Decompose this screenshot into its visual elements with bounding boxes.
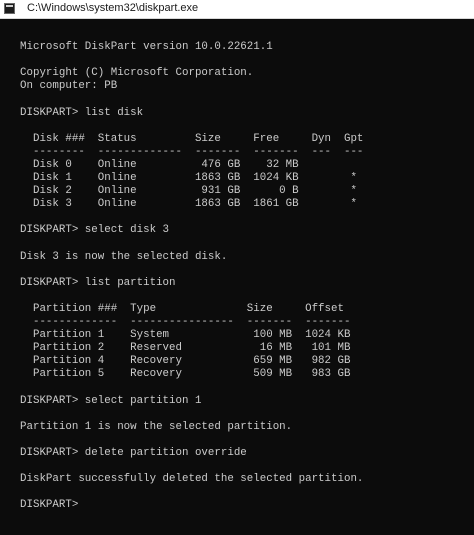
console-line: Partition 4 Recovery 659 MB 982 GB xyxy=(20,355,351,368)
console-line: DISKPART> delete partition override xyxy=(20,447,247,459)
console-line: Disk 2 Online 931 GB 0 B * xyxy=(20,185,357,198)
console-line: Disk ### Status Size Free Dyn Gpt xyxy=(20,132,364,145)
console-output[interactable]: Microsoft DiskPart version 10.0.22621.1 C… xyxy=(20,28,363,512)
console-window: C:\Windows\system32\diskpart.exe Microso… xyxy=(0,0,474,535)
window-title: C:\Windows\system32\diskpart.exe xyxy=(27,2,199,14)
console-line: DISKPART> list partition xyxy=(20,276,176,289)
console-icon xyxy=(4,3,15,14)
console-line: Disk 3 Online 1863 GB 1861 GB * xyxy=(20,198,357,211)
console-line: DISKPART> select disk 3 xyxy=(20,224,170,237)
console-line: Partition 1 is now the selected partitio… xyxy=(20,420,293,433)
console-line: DISKPART> xyxy=(20,499,85,512)
console-line: DISKPART> select partition 1 xyxy=(20,394,202,407)
console-line: Microsoft DiskPart version 10.0.22621.1 xyxy=(20,41,273,54)
console-line: Partition 5 Recovery 509 MB 983 GB xyxy=(20,368,351,381)
console-line: Partition 2 Reserved 16 MB 101 MB xyxy=(20,342,351,355)
console-line: Disk 0 Online 476 GB 32 MB xyxy=(20,158,299,171)
console-line: Disk 3 is now the selected disk. xyxy=(20,250,228,263)
console-line: ------------- ---------------- ------- -… xyxy=(20,316,351,329)
console-line: Disk 1 Online 1863 GB 1024 KB * xyxy=(20,172,357,185)
console-line: DiskPart successfully deleted the select… xyxy=(20,473,364,486)
console-line: On computer: PB xyxy=(20,80,118,93)
console-line: Copyright (C) Microsoft Corporation. xyxy=(20,67,254,80)
title-bar[interactable]: C:\Windows\system32\diskpart.exe xyxy=(0,0,474,19)
console-line: Partition 1 System 100 MB 1024 KB xyxy=(20,329,351,342)
console-line: Partition ### Type Size Offset xyxy=(20,302,344,315)
console-line: DISKPART> list disk xyxy=(20,106,144,119)
console-line: -------- ------------- ------- ------- -… xyxy=(20,145,364,158)
